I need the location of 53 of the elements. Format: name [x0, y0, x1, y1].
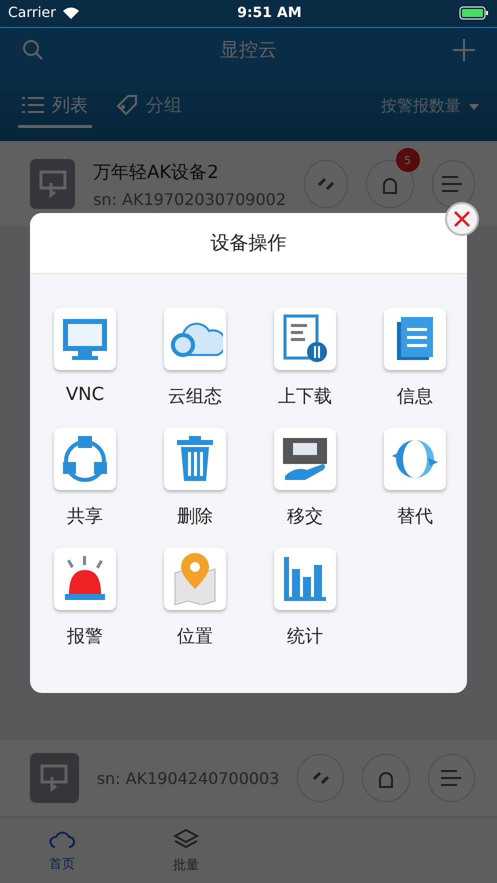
battery-icon	[458, 6, 489, 20]
action-label: 共享	[67, 505, 103, 528]
add-icon[interactable]	[453, 38, 475, 61]
carrier-label: Carrier	[8, 5, 56, 22]
action-label: 云组态	[168, 385, 222, 408]
caret-icon	[469, 104, 479, 110]
dialog-title: 设备操作	[30, 213, 467, 274]
view-tab[interactable]: 分组	[112, 85, 186, 128]
device-serial: sn: AK19702030709002	[93, 190, 286, 209]
action-tile[interactable]	[274, 308, 336, 370]
action-tile[interactable]	[54, 428, 116, 490]
document-transfer-icon	[281, 314, 329, 364]
close-icon	[453, 210, 471, 228]
action-label: 移交	[287, 505, 323, 528]
menu-button[interactable]	[432, 160, 476, 208]
wifi-icon	[62, 6, 80, 20]
action-label: 替代	[397, 505, 433, 528]
action-label: 报警	[67, 625, 103, 648]
bottom-tab[interactable]: 批量	[124, 818, 248, 883]
device-serial: sn: AK1904240700003	[96, 768, 280, 788]
unlink-button[interactable]	[304, 160, 348, 208]
list-icon	[22, 95, 44, 116]
action-tile[interactable]	[164, 548, 226, 610]
action-tile[interactable]	[164, 428, 226, 490]
action-tile[interactable]	[384, 428, 446, 490]
action-label: 统计	[287, 625, 323, 648]
device-row[interactable]: sn: AK1904240700003	[0, 740, 497, 818]
sort-label[interactable]: 按警报数量	[381, 96, 461, 118]
view-tab[interactable]: 列表	[18, 85, 92, 128]
clock: 9:51 AM	[237, 5, 302, 22]
action-label: 删除	[177, 505, 213, 528]
bottom-tab[interactable]: 首页	[0, 818, 124, 883]
action-tile[interactable]	[384, 308, 446, 370]
menu-icon	[442, 175, 464, 194]
device-thumbnail	[30, 753, 79, 804]
cloud-icon	[49, 828, 75, 851]
action-label: 信息	[397, 385, 433, 408]
device-name: 万年轻AK设备2	[93, 160, 220, 184]
action-label: VNC	[66, 384, 104, 405]
tag-icon	[116, 94, 138, 116]
search-icon[interactable]	[22, 38, 44, 61]
device-thumbnail	[30, 159, 76, 210]
action-tile[interactable]	[274, 548, 336, 610]
app-title: 显控云	[220, 38, 277, 63]
alarm-count-badge: 5	[396, 148, 420, 172]
action-label: 上下载	[278, 385, 332, 408]
monitor-icon	[60, 316, 110, 362]
action-tile[interactable]	[54, 308, 116, 370]
action-tile[interactable]	[164, 308, 226, 370]
action-tile[interactable]	[274, 428, 336, 490]
action-label: 位置	[177, 625, 213, 648]
menu-icon	[440, 769, 463, 788]
action-tile[interactable]	[54, 548, 116, 610]
